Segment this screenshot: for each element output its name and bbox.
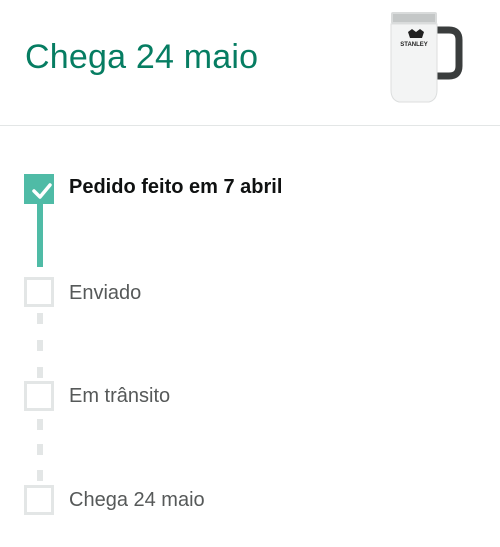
- progress-dash: [37, 340, 43, 351]
- step-label-ordered: Pedido feito em 7 abril: [69, 176, 283, 198]
- step-label-delivery: Chega 24 maio: [69, 489, 205, 511]
- order-progress-tracker: Pedido feito em 7 abril Enviado Em trâns…: [0, 0, 500, 547]
- progress-dash: [37, 313, 43, 324]
- step-checkbox-ordered: [24, 174, 54, 204]
- progress-dash: [37, 419, 43, 430]
- step-checkbox-in-transit: [24, 381, 54, 411]
- checkmark-icon: [32, 183, 52, 199]
- progress-dash: [37, 367, 43, 378]
- progress-dash: [37, 444, 43, 455]
- step-label-shipped: Enviado: [69, 282, 142, 304]
- step-checkbox-shipped: [24, 277, 54, 307]
- step-checkbox-delivery: [24, 485, 54, 515]
- step-label-in-transit: Em trânsito: [69, 385, 171, 407]
- progress-dash: [37, 470, 43, 481]
- progress-line-filled: [37, 204, 43, 267]
